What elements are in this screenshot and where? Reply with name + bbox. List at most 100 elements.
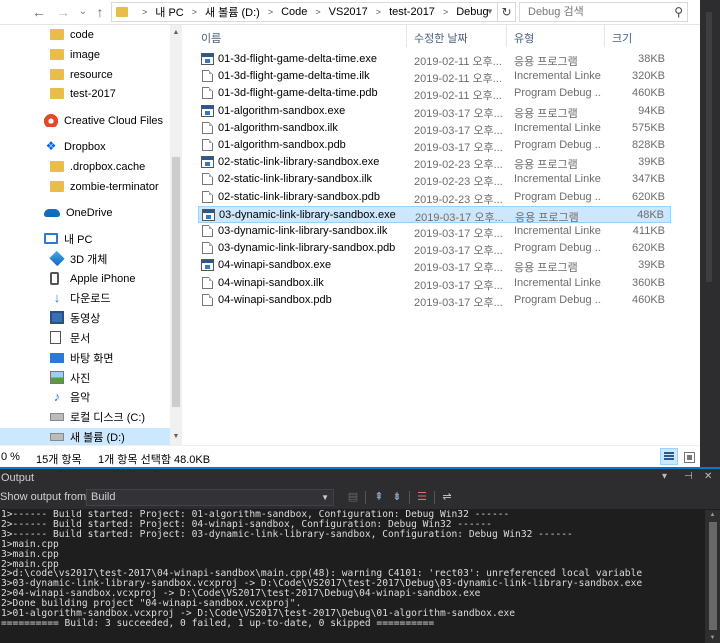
file-row[interactable]: 03-dynamic-link-library-sandbox.pdb 2019-… — [198, 240, 671, 257]
word-wrap-icon[interactable]: ⇌ — [439, 490, 455, 505]
file-size: 360KB — [631, 276, 665, 289]
file-date: 2019-02-11 오후... — [414, 56, 502, 68]
address-bar[interactable]: > 내 PC > 새 볼륨 (D:) > Code > VS2017 > test-20… — [111, 2, 498, 22]
file-row[interactable]: 03-dynamic-link-library-sandbox.ilk 2019-… — [198, 223, 671, 240]
nav-item[interactable]: 로컬 디스크 (C:) — [50, 407, 145, 426]
file-name: 01-3d-flight-game-delta-time.pdb — [218, 87, 378, 100]
nav-item[interactable]: 바탕 화면 — [50, 348, 114, 367]
breadcrumb-chevron-icon[interactable]: > — [268, 7, 273, 17]
status-bar: 0 % 15개 항목 1개 항목 선택함 48.0KB — [0, 445, 700, 467]
nav-item[interactable]: zombie-terminator — [50, 177, 159, 196]
breadcrumb-item[interactable]: 내 PC > — [155, 4, 205, 20]
column-date-header[interactable]: 수정한 날짜 — [414, 30, 468, 46]
output-scrollbar[interactable]: ▲ ▼ — [705, 510, 720, 643]
column-type-header[interactable]: 유형 — [514, 30, 534, 46]
nav-item[interactable]: 내 PC — [44, 229, 92, 248]
nav-item[interactable]: 동영상 — [50, 308, 100, 327]
file-date: 2019-03-17 오후... — [414, 228, 503, 240]
nav-item[interactable]: test-2017 — [50, 84, 116, 103]
address-dropdown-chevron-icon[interactable]: ▼ — [486, 2, 498, 22]
file-row[interactable]: 01-algorithm-sandbox.exe 2019-03-17 오후...… — [198, 103, 671, 120]
up-arrow-icon[interactable]: ↑ — [91, 3, 109, 21]
breadcrumb-chevron-icon[interactable]: > — [192, 7, 197, 17]
breadcrumb-item[interactable]: VS2017 > — [329, 6, 389, 18]
recent-locations-chevron-icon[interactable]: ⌄ — [74, 3, 92, 21]
breadcrumb-chevron-icon[interactable]: > — [376, 7, 381, 17]
refresh-icon[interactable]: ↻ — [498, 2, 516, 22]
file-date: 2019-03-17 오후... — [414, 107, 503, 120]
nav-item[interactable]: 새 볼륨 (D:) — [50, 427, 125, 446]
nav-item[interactable]: 사진 — [50, 368, 90, 387]
details-view-icon[interactable] — [660, 448, 678, 465]
search-icon: ⚲ — [674, 5, 683, 19]
output-source-select[interactable]: Build ▼ — [86, 489, 334, 506]
nav-scrollbar-thumb[interactable] — [172, 157, 180, 407]
previous-message-icon[interactable]: ⇞ — [371, 490, 387, 505]
clear-all-icon[interactable]: ☰ — [414, 490, 430, 505]
nav-item[interactable]: Apple iPhone — [50, 269, 135, 288]
file-row[interactable]: 01-algorithm-sandbox.pdb 2019-03-17 오후...… — [198, 137, 671, 154]
search-box[interactable]: Debug 검색 ⚲ — [519, 2, 688, 22]
nav-item[interactable]: ❖ Dropbox — [44, 137, 106, 156]
forward-arrow-icon[interactable]: → — [54, 3, 72, 21]
next-message-icon[interactable]: ⇟ — [389, 490, 405, 505]
scroll-down-arrow-icon[interactable]: ▼ — [170, 431, 182, 443]
nav-item-label: 3D 개체 — [70, 253, 108, 266]
file-row[interactable]: 04-winapi-sandbox.ilk 2019-03-17 오후... Inc… — [198, 275, 671, 292]
file-size: 38KB — [638, 53, 665, 65]
back-arrow-icon[interactable]: ← — [30, 3, 48, 21]
document-file-icon — [202, 190, 213, 203]
nav-item[interactable]: .dropbox.cache — [50, 157, 145, 176]
nav-item[interactable]: code — [50, 25, 94, 44]
file-size: 620KB — [631, 190, 665, 203]
nav-item[interactable]: ↓ 다운로드 — [50, 288, 111, 307]
column-name-header[interactable]: 이름 — [201, 30, 221, 46]
file-date: 2019-03-17 오후... — [414, 124, 503, 137]
scroll-up-arrow-icon[interactable]: ▲ — [170, 27, 182, 39]
breadcrumb-item[interactable]: 새 볼륨 (D:) > — [205, 4, 281, 20]
breadcrumb-item[interactable]: Code > — [281, 6, 329, 18]
pc-icon — [44, 233, 58, 244]
nav-item[interactable]: ♪ 음악 — [50, 387, 91, 406]
file-row[interactable]: 02-static-link-library-sandbox.exe 2019-0… — [198, 154, 671, 171]
file-name: 01-algorithm-sandbox.ilk — [218, 121, 338, 134]
nav-item-label: 사진 — [70, 372, 91, 385]
file-name: 02-static-link-library-sandbox.pdb — [218, 190, 381, 203]
file-row[interactable]: 04-winapi-sandbox.pdb 2019-03-17 오후... Pro… — [198, 292, 671, 309]
scroll-up-arrow-icon[interactable]: ▲ — [705, 510, 720, 520]
column-size-header[interactable]: 크기 — [612, 30, 632, 46]
nav-item[interactable]: 3D 개체 — [49, 249, 108, 268]
breadcrumb-item[interactable]: test-2017 > — [389, 6, 456, 18]
pin-icon[interactable]: ⊣ — [684, 471, 693, 482]
file-row[interactable]: 01-3d-flight-game-delta-time.exe 2019-02-… — [198, 51, 671, 68]
file-row[interactable]: 03-dynamic-link-library-sandbox.exe 2019-… — [198, 205, 671, 224]
output-text[interactable]: 1>------ Build started: Project: 01-algo… — [0, 510, 705, 643]
file-row[interactable]: 02-static-link-library-sandbox.pdb 2019-0… — [198, 189, 671, 206]
breadcrumb-chevron-icon[interactable]: > — [315, 7, 320, 17]
breadcrumb-item[interactable]: Debug — [456, 6, 488, 18]
find-message-in-code-icon[interactable]: ▤ — [345, 490, 361, 505]
file-size: 460KB — [631, 87, 665, 100]
file-row[interactable]: 01-3d-flight-game-delta-time.ilk 2019-02-… — [198, 68, 671, 85]
file-row[interactable]: 02-static-link-library-sandbox.ilk 2019-0… — [198, 171, 671, 188]
video-icon — [50, 311, 64, 324]
drive-icon — [50, 432, 64, 441]
file-row[interactable]: 01-algorithm-sandbox.ilk 2019-03-17 오후...… — [198, 120, 671, 137]
window-position-dropdown-icon[interactable]: ▾ — [662, 471, 667, 482]
close-icon[interactable]: ✕ — [704, 471, 712, 482]
large-icons-view-icon[interactable] — [680, 448, 698, 465]
nav-item[interactable]: OneDrive — [44, 203, 112, 222]
folder-icon — [50, 29, 64, 40]
file-size: 39KB — [638, 156, 665, 169]
nav-item[interactable]: 문서 — [50, 328, 90, 347]
file-date: 2019-03-17 오후... — [414, 279, 503, 292]
output-scrollbar-thumb[interactable] — [709, 522, 717, 630]
3d-objects-icon — [49, 250, 65, 267]
file-row[interactable]: 04-winapi-sandbox.exe 2019-03-17 오후... 응용 … — [198, 257, 671, 274]
nav-item[interactable]: image — [50, 45, 100, 64]
file-row[interactable]: 01-3d-flight-game-delta-time.pdb 2019-02-… — [198, 85, 671, 102]
nav-item[interactable]: Creative Cloud Files — [44, 111, 163, 130]
breadcrumb-chevron-icon[interactable]: > — [443, 7, 448, 17]
scroll-down-arrow-icon[interactable]: ▼ — [705, 633, 720, 643]
nav-item[interactable]: resource — [50, 65, 113, 84]
